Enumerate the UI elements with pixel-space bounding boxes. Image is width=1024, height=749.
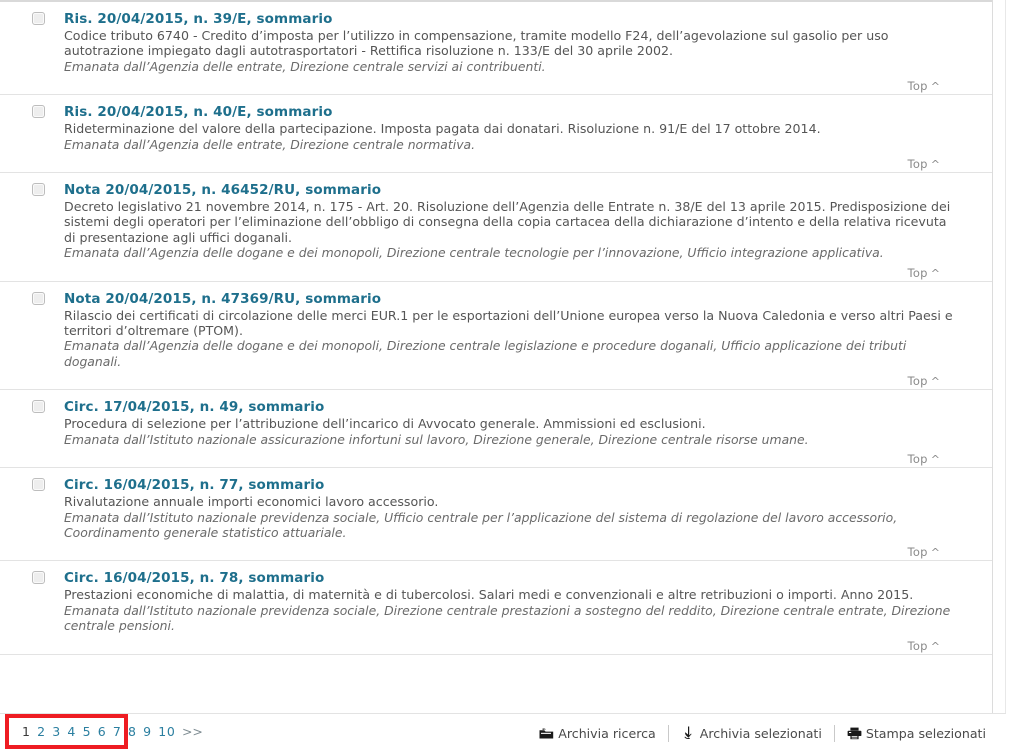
result-item: Ris. 20/04/2015, n. 40/E, sommario Ridete… (0, 95, 992, 174)
archivia-ricerca-button[interactable]: Archivia ricerca (527, 726, 668, 741)
chevron-up-icon: ^ (930, 80, 940, 94)
archivia-selezionati-button[interactable]: Archivia selezionati (669, 726, 834, 741)
top-link-row: Top ^ (64, 153, 962, 172)
result-checkbox[interactable] (32, 105, 45, 119)
result-item: Circ. 16/04/2015, n. 77, sommario Rivalut… (0, 468, 992, 562)
top-link-row: Top ^ (64, 75, 962, 94)
page-link[interactable]: 8 (128, 724, 137, 739)
next-page-link[interactable]: >> (182, 724, 203, 739)
top-link-row: Top ^ (64, 635, 962, 653)
folder-archive-icon (539, 726, 554, 740)
top-link-row: Top ^ (64, 541, 962, 560)
archivia-selezionati-label: Archivia selezionati (699, 725, 822, 741)
page-link[interactable]: 4 (67, 724, 76, 739)
result-body: Nota 20/04/2015, n. 46452/RU, sommario De… (64, 179, 974, 280)
result-body: Ris. 20/04/2015, n. 39/E, sommario Codice… (64, 8, 974, 94)
result-source: Emanata dall’Agenzia delle entrate, Dire… (64, 58, 546, 74)
chevron-up-icon: ^ (930, 546, 940, 560)
result-item: Circ. 17/04/2015, n. 49, sommario Procedu… (0, 390, 992, 469)
result-source: Emanata dall’Agenzia delle entrate, Dire… (64, 136, 476, 152)
result-body: Ris. 20/04/2015, n. 40/E, sommario Ridete… (64, 101, 974, 172)
archive-down-arrow-icon (681, 726, 696, 740)
result-source: Emanata dall’Agenzia delle dogane e dei … (64, 338, 907, 369)
panel-right-border (992, 0, 993, 733)
result-description: Procedura di selezione per l’attribuzion… (64, 416, 706, 432)
printer-icon (847, 726, 862, 740)
result-source: Emanata dall’Agenzia delle dogane e dei … (64, 245, 884, 261)
result-checkbox[interactable] (32, 478, 45, 492)
result-title-link[interactable]: Nota 20/04/2015, n. 47369/RU, sommario (64, 291, 381, 308)
result-title-link[interactable]: Circ. 16/04/2015, n. 77, sommario (64, 477, 324, 494)
back-to-top-link[interactable]: Top (907, 157, 927, 171)
footer-actions: Archivia ricerca Archivia selezionati St… (527, 724, 998, 742)
result-source: Emanata dall’Istituto nazionale previden… (64, 509, 898, 540)
page-link[interactable]: 10 (158, 724, 175, 739)
result-title-link[interactable]: Circ. 17/04/2015, n. 49, sommario (64, 399, 324, 416)
back-to-top-link[interactable]: Top (907, 266, 927, 280)
result-description: Decreto legislativo 21 novembre 2014, n.… (64, 199, 951, 245)
top-link-row: Top ^ (64, 370, 962, 389)
archivia-ricerca-label: Archivia ricerca (558, 725, 656, 741)
result-title-link[interactable]: Ris. 20/04/2015, n. 40/E, sommario (64, 104, 332, 121)
result-description: Codice tributo 6740 - Credito d’imposta … (64, 28, 889, 59)
result-source: Emanata dall’Istituto nazionale previden… (64, 602, 951, 634)
chevron-up-icon: ^ (930, 639, 940, 653)
pagination[interactable]: 1 2 3 4 5 6 7 8 9 10 >> (22, 724, 203, 739)
search-results-page: Ris. 20/04/2015, n. 39/E, sommario Codice… (0, 0, 1024, 749)
result-checkbox[interactable] (32, 400, 45, 414)
page-link[interactable]: 3 (52, 724, 61, 739)
stampa-selezionati-label: Stampa selezionati (865, 725, 986, 741)
result-item: Circ. 16/04/2015, n. 78, sommario Prestaz… (0, 561, 992, 655)
page-link[interactable]: 2 (37, 724, 46, 739)
page-current[interactable]: 1 (22, 724, 31, 739)
result-title-link[interactable]: Ris. 20/04/2015, n. 39/E, sommario (64, 11, 332, 28)
chevron-up-icon: ^ (930, 266, 940, 280)
results-footer: 1 2 3 4 5 6 7 8 9 10 >> Archivia ricerca (0, 713, 1006, 749)
result-body: Circ. 17/04/2015, n. 49, sommario Procedu… (64, 396, 974, 467)
results-list: Ris. 20/04/2015, n. 39/E, sommario Codice… (0, 2, 992, 655)
top-link-row: Top ^ (64, 262, 962, 280)
result-item: Nota 20/04/2015, n. 47369/RU, sommario Ri… (0, 282, 992, 391)
result-item: Nota 20/04/2015, n. 46452/RU, sommario De… (0, 173, 992, 282)
result-checkbox[interactable] (32, 291, 45, 305)
back-to-top-link[interactable]: Top (907, 374, 927, 388)
stampa-selezionati-button[interactable]: Stampa selezionati (835, 726, 998, 741)
result-body: Nota 20/04/2015, n. 47369/RU, sommario Ri… (64, 288, 974, 389)
result-item: Ris. 20/04/2015, n. 39/E, sommario Codice… (0, 2, 992, 96)
result-checkbox[interactable] (32, 571, 45, 585)
back-to-top-link[interactable]: Top (907, 639, 927, 653)
result-checkbox[interactable] (32, 183, 45, 197)
page-link[interactable]: 7 (113, 724, 122, 739)
chevron-up-icon: ^ (930, 375, 940, 389)
result-description: Rideterminazione del valore della partec… (64, 121, 821, 137)
chevron-up-icon: ^ (930, 453, 940, 467)
result-source: Emanata dall’Istituto nazionale assicura… (64, 431, 809, 447)
page-link[interactable]: 9 (143, 724, 152, 739)
result-checkbox[interactable] (32, 12, 45, 25)
result-title-link[interactable]: Nota 20/04/2015, n. 46452/RU, sommario (64, 182, 381, 199)
result-description: Prestazioni economiche di malattia, di m… (64, 587, 914, 603)
result-body: Circ. 16/04/2015, n. 78, sommario Prestaz… (64, 567, 974, 653)
result-description: Rilascio dei certificati di circolazione… (64, 307, 953, 339)
top-link-row: Top ^ (64, 448, 962, 467)
back-to-top-link[interactable]: Top (907, 452, 927, 466)
result-description: Rivalutazione annuale importi economici … (64, 494, 439, 510)
page-link[interactable]: 5 (83, 724, 92, 739)
result-title-link[interactable]: Circ. 16/04/2015, n. 78, sommario (64, 570, 324, 587)
back-to-top-link[interactable]: Top (907, 79, 927, 93)
back-to-top-link[interactable]: Top (907, 545, 927, 559)
page-link[interactable]: 6 (98, 724, 107, 739)
result-body: Circ. 16/04/2015, n. 77, sommario Rivalut… (64, 474, 974, 560)
chevron-up-icon: ^ (930, 158, 940, 172)
panel-outer-edge (1005, 0, 1006, 749)
